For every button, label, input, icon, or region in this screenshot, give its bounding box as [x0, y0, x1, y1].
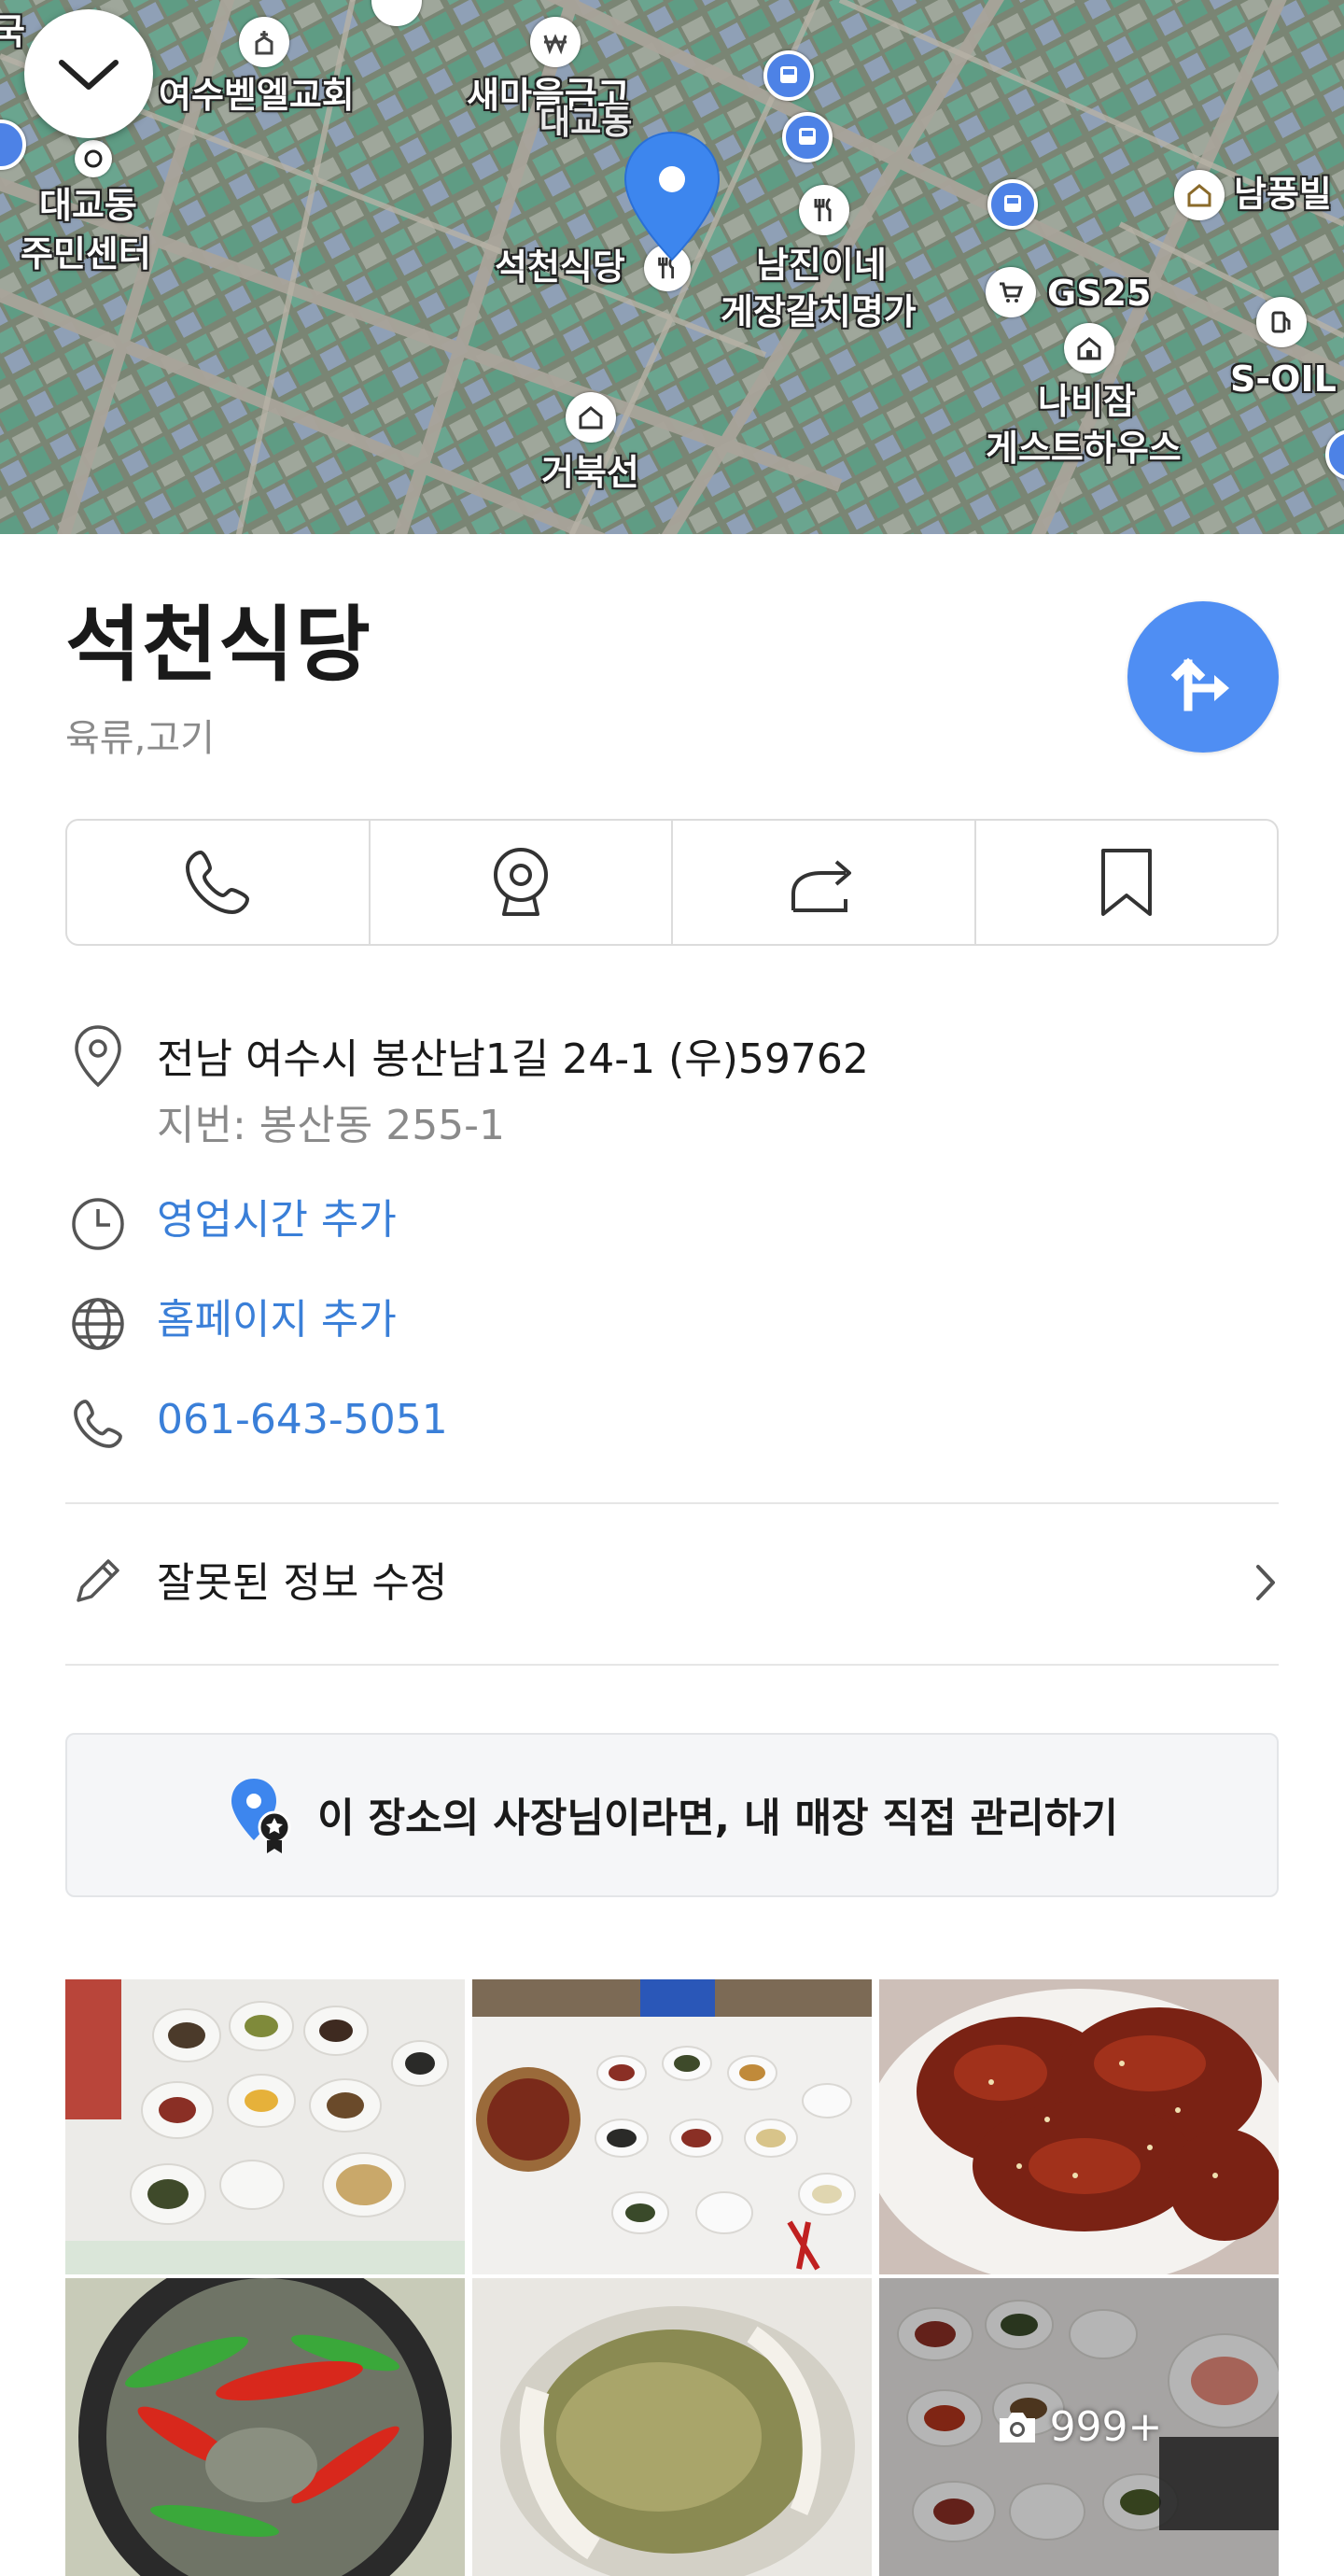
map-label-guesthouse-line2[interactable]: 게스트하우스 — [986, 428, 1182, 469]
add-homepage-link[interactable]: 홈페이지 추가 — [157, 1294, 397, 1346]
owner-badge-icon — [231, 1779, 291, 1853]
photo-count-overlay[interactable]: 999+ — [879, 2278, 1279, 2576]
map-label-center-line1[interactable]: 대교동 — [39, 185, 137, 226]
map-label-turtle-ship[interactable]: 거북선 — [541, 452, 639, 493]
call-button[interactable] — [67, 821, 371, 944]
map-label-place[interactable]: 석천식당 — [495, 246, 625, 288]
roadview-button[interactable] — [371, 821, 673, 944]
photo-thumbnail[interactable] — [472, 1979, 872, 2274]
phone-icon — [69, 1395, 127, 1453]
map-label-nampung[interactable]: 남풍빌 — [1234, 174, 1332, 215]
map-pin-icon[interactable] — [623, 131, 721, 265]
center-poi-icon[interactable] — [75, 140, 112, 177]
save-button[interactable] — [976, 821, 1278, 944]
address-text: 전남 여수시 봉산남1길 24-1 (우)59762 — [157, 1035, 869, 1083]
edit-info-row[interactable]: 잘못된 정보 수정 — [65, 1505, 1279, 1662]
store-poi-icon[interactable] — [986, 267, 1036, 317]
collapse-button[interactable] — [24, 9, 153, 138]
house-poi-icon[interactable] — [1174, 170, 1225, 220]
edit-info-label: 잘못된 정보 수정 — [157, 1559, 448, 1607]
map-view[interactable]: 여수벧엘교회 새마을금고 대교동 대교동 주민센터 석천식당 남진이네 게장갈치… — [0, 0, 1344, 534]
divider — [65, 1502, 1279, 1504]
map-label-center-line2[interactable]: 주민센터 — [21, 233, 151, 274]
bus-stop-icon[interactable] — [782, 112, 833, 162]
directions-icon — [1170, 657, 1229, 711]
owner-claim-text: 이 장소의 사장님이라면, 내 매장 직접 관리하기 — [317, 1795, 1118, 1842]
map-label-church[interactable]: 여수벧엘교회 — [159, 75, 355, 116]
pencil-icon — [69, 1554, 125, 1613]
map-label-restaurant-line2[interactable]: 게장갈치명가 — [721, 291, 917, 332]
map-label-guesthouse-line1[interactable]: 나비잠 — [1038, 381, 1136, 422]
owner-claim-banner[interactable]: 이 장소의 사장님이라면, 내 매장 직접 관리하기 — [65, 1733, 1279, 1897]
bookmark-icon — [1100, 849, 1152, 916]
restaurant-poi-icon[interactable] — [799, 185, 849, 235]
church-poi-icon[interactable] — [239, 17, 289, 67]
share-icon — [791, 860, 852, 912]
globe-icon — [69, 1295, 127, 1353]
divider — [65, 1664, 1279, 1666]
roadview-icon — [493, 848, 548, 916]
bank-poi-icon[interactable] — [530, 17, 581, 67]
map-label-district: 대교동 — [539, 104, 633, 142]
photo-grid: 999+ — [65, 1979, 1279, 2576]
phone-icon — [186, 851, 250, 914]
guesthouse-poi-icon[interactable] — [1064, 323, 1114, 373]
bus-stop-icon[interactable] — [987, 179, 1038, 230]
gas-station-icon[interactable] — [1256, 297, 1307, 347]
phone-number-link[interactable]: 061-643-5051 — [157, 1394, 448, 1446]
photo-count-label: 999+ — [1049, 2403, 1163, 2451]
clock-icon — [69, 1195, 127, 1253]
turtle-ship-poi-icon[interactable] — [566, 392, 616, 443]
map-label-restaurant-line1[interactable]: 남진이네 — [756, 245, 887, 286]
directions-button[interactable] — [1127, 601, 1279, 753]
jibun-address-text: 지번: 봉산동 255-1 — [157, 1102, 506, 1149]
place-title: 석천식당 — [65, 597, 371, 693]
chevron-right-icon — [1251, 1559, 1279, 1610]
photo-thumbnail[interactable] — [472, 2278, 872, 2576]
photo-thumbnail[interactable] — [879, 1979, 1279, 2274]
chevron-down-icon — [59, 60, 119, 90]
location-pin-icon — [69, 1025, 127, 1088]
photo-thumbnail[interactable] — [65, 1979, 465, 2274]
photo-more-thumbnail[interactable]: 999+ — [879, 2278, 1279, 2576]
photo-thumbnail[interactable] — [65, 2278, 465, 2576]
share-button[interactable] — [673, 821, 976, 944]
action-bar — [65, 819, 1279, 946]
bus-stop-icon[interactable] — [763, 50, 814, 101]
map-label-soil[interactable]: S-OIL — [1230, 359, 1337, 400]
add-hours-link[interactable]: 영업시간 추가 — [157, 1194, 397, 1246]
camera-icon — [999, 2412, 1035, 2442]
map-label-gs25[interactable]: GS25 — [1047, 273, 1151, 314]
map-label-edge: 국 — [0, 11, 25, 52]
place-category: 육류,고기 — [65, 717, 215, 760]
